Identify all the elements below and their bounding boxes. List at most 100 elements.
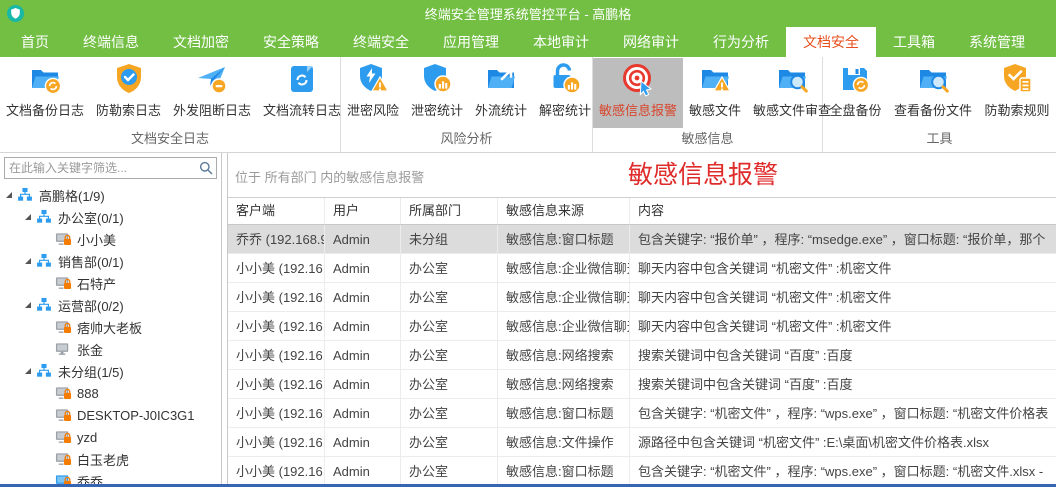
ribbon-button-1-3[interactable]: 外发阻断日志 [167,58,257,128]
ribbon-group-caption: 工具 [823,129,1056,152]
table-cell: 小小美 (192.16... [228,341,325,369]
ribbon-button-2-2[interactable]: 泄密统计 [405,58,469,128]
ribbon-button-4-1[interactable]: 全盘备份 [823,58,887,128]
table-row-5[interactable]: 小小美 (192.16...Admin办公室敏感信息:网络搜索搜索关键词中包含关… [228,341,1056,370]
tree-node-14[interactable]: 乔乔 [0,470,221,484]
tree-node-11[interactable]: DESKTOP-J0IC3G1 [0,404,221,426]
tree-node-8[interactable]: 张金 [0,338,221,360]
folder-warn-icon [697,61,733,97]
table-row-6[interactable]: 小小美 (192.16...Admin办公室敏感信息:网络搜索搜索关键词中包含关… [228,370,1056,399]
tree-expander-icon[interactable] [6,192,12,198]
ribbon-button-1-1[interactable]: 文档备份日志 [0,58,90,128]
menu-item-9[interactable]: 行为分析 [696,27,786,57]
menu-item-11[interactable]: 工具箱 [876,27,952,57]
ribbon-button-label: 全盘备份 [829,100,881,119]
table-row-4[interactable]: 小小美 (192.16...Admin办公室敏感信息:企业微信聊天聊天内容中包含… [228,312,1056,341]
ribbon-button-1-4[interactable]: 文档流转日志 [257,58,347,128]
table-cell: 敏感信息:窗口标题 [498,399,630,427]
tree-search-box [4,157,217,179]
table-cell: 办公室 [401,457,498,485]
tree-node-label: 办公室(0/1) [58,208,124,227]
ribbon-group-caption: 风险分析 [341,129,592,152]
table-row-2[interactable]: 小小美 (192.16...Admin办公室敏感信息:企业微信聊天聊天内容中包含… [228,254,1056,283]
ribbon-button-4-2[interactable]: 查看备份文件 [888,58,978,128]
menu-item-8[interactable]: 网络审计 [606,27,696,57]
tree-node-label: 张金 [77,340,103,359]
ribbon-group-3: 敏感信息报警敏感文件敏感文件审查敏感信息 [593,57,823,152]
tree-node-3[interactable]: 小小美 [0,228,221,250]
table-cell: Admin [325,428,401,456]
table-cell: 未分组 [401,225,498,253]
ribbon-button-label: 敏感文件 [689,100,741,119]
main-content: 位于 所有部门 内的敏感信息报警 敏感信息报警 客户端用户所属部门敏感信息来源内… [227,153,1056,487]
ribbon-group-caption: 敏感信息 [593,129,822,152]
menu-item-4[interactable]: 安全策略 [246,27,336,57]
ribbon-button-4-3[interactable]: 防勒索规则 [978,58,1055,128]
table-cell: 敏感信息:文件操作 [498,428,630,456]
lock-stats-icon [547,61,583,97]
search-icon[interactable] [199,161,213,175]
table-cell: 办公室 [401,312,498,340]
tree-node-10[interactable]: 888 [0,382,221,404]
ribbon-button-2-3[interactable]: 外流统计 [469,58,533,128]
menu-item-6[interactable]: 应用管理 [426,27,516,57]
tree-node-label: 小小美 [77,230,116,249]
tree-search-input[interactable] [5,158,195,178]
table-cell: 小小美 (192.16... [228,428,325,456]
tree-node-2[interactable]: 办公室(0/1) [0,206,221,228]
menu-item-3[interactable]: 文档加密 [156,27,246,57]
tree-expander-icon[interactable] [25,302,31,308]
shield-risk-icon [355,61,391,97]
ribbon-button-2-4[interactable]: 解密统计 [533,58,597,128]
folder-sync-icon [27,61,63,97]
ribbon-button-label: 泄密风险 [347,100,399,119]
table-cell: 办公室 [401,370,498,398]
ribbon-button-1-2[interactable]: 防勒索日志 [90,58,167,128]
table-cell: 办公室 [401,283,498,311]
tree-expander-icon[interactable] [25,214,31,220]
column-header-1[interactable]: 客户端 [228,198,325,224]
table-cell: 小小美 (192.16... [228,312,325,340]
menu-item-5[interactable]: 终端安全 [336,27,426,57]
tree-node-7[interactable]: 痞帅大老板 [0,316,221,338]
table-header: 客户端用户所属部门敏感信息来源内容 [228,197,1056,225]
menu-item-2[interactable]: 终端信息 [66,27,156,57]
table-cell: 包含关键字: “机密文件” ，程序: “wps.exe” ，窗口标题: “机密文… [630,457,1056,485]
ribbon-button-label: 外发阻断日志 [173,100,251,119]
menu-item-12[interactable]: 系统管理 [952,27,1042,57]
table-cell: Admin [325,254,401,282]
tree-node-1[interactable]: 高鹏格(1/9) [0,184,221,206]
table-row-9[interactable]: 小小美 (192.16...Admin办公室敏感信息:窗口标题包含关键字: “机… [228,457,1056,486]
org-icon [36,297,53,313]
column-header-2[interactable]: 用户 [325,198,401,224]
tree-node-4[interactable]: 销售部(0/1) [0,250,221,272]
pc-lock-icon [55,319,72,335]
tree-node-5[interactable]: 石特产 [0,272,221,294]
ribbon-button-label: 解密统计 [539,100,591,119]
ribbon-button-3-1[interactable]: 敏感信息报警 [593,58,683,128]
tree-node-label: 运营部(0/2) [58,296,124,315]
ribbon-button-label: 查看备份文件 [894,100,972,119]
tree-node-9[interactable]: 未分组(1/5) [0,360,221,382]
table-row-7[interactable]: 小小美 (192.16...Admin办公室敏感信息:窗口标题包含关键字: “机… [228,399,1056,428]
tree-node-13[interactable]: 白玉老虎 [0,448,221,470]
ribbon-button-3-2[interactable]: 敏感文件 [683,58,747,128]
folder-out-icon [483,61,519,97]
column-header-5[interactable]: 内容 [630,198,1056,224]
table-row-1[interactable]: 乔乔 (192.168.9...Admin未分组敏感信息:窗口标题包含关键字: … [228,225,1056,254]
ribbon-button-label: 外流统计 [475,100,527,119]
ribbon-button-2-1[interactable]: 泄密风险 [341,58,405,128]
menu-item-10[interactable]: 文档安全 [786,27,876,57]
column-header-3[interactable]: 所属部门 [401,198,498,224]
shield-stats-icon [419,61,455,97]
column-header-4[interactable]: 敏感信息来源 [498,198,630,224]
menu-item-1[interactable]: 首页 [4,27,66,57]
table-cell: 办公室 [401,428,498,456]
tree-node-12[interactable]: yzd [0,426,221,448]
tree-node-6[interactable]: 运营部(0/2) [0,294,221,316]
table-row-3[interactable]: 小小美 (192.16...Admin办公室敏感信息:企业微信聊天聊天内容中包含… [228,283,1056,312]
menu-item-7[interactable]: 本地审计 [516,27,606,57]
tree-expander-icon[interactable] [25,258,31,264]
tree-expander-icon[interactable] [25,368,31,374]
table-row-8[interactable]: 小小美 (192.16...Admin办公室敏感信息:文件操作源路径中包含关键词… [228,428,1056,457]
